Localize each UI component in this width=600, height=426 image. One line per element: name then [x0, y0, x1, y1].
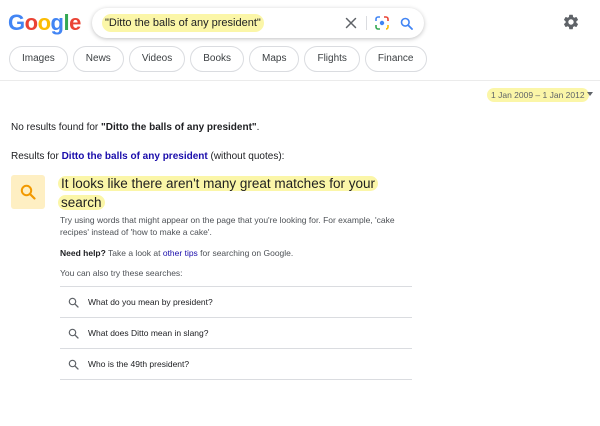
- no-results-suffix: .: [256, 122, 260, 133]
- logo-letter: o: [37, 10, 51, 35]
- related-search-text: What do you mean by president?: [88, 297, 213, 307]
- suggestion-icon-box: [11, 175, 45, 209]
- caret-down-icon[interactable]: [587, 92, 593, 96]
- no-results-message: No results found for "Ditto the balls of…: [11, 121, 259, 135]
- no-results-query: "Ditto the balls of any president": [101, 122, 257, 133]
- need-help-line: Need help? Take a look at other tips for…: [60, 247, 420, 259]
- tab-maps[interactable]: Maps: [249, 46, 300, 72]
- gear-icon[interactable]: [562, 13, 580, 31]
- results-for-suffix: (without quotes):: [207, 151, 285, 162]
- logo-letter: e: [69, 10, 81, 35]
- need-help-text: Take a look at: [105, 248, 163, 258]
- search-icon: [68, 327, 80, 339]
- related-search-item[interactable]: Who is the 49th president?: [60, 348, 412, 380]
- logo-letter: G: [8, 10, 25, 35]
- header-divider: [0, 80, 600, 81]
- tab-news[interactable]: News: [72, 46, 124, 72]
- results-for-message: Results for Ditto the balls of any presi…: [11, 150, 284, 164]
- tab-finance[interactable]: Finance: [364, 46, 427, 72]
- search-icon: [68, 358, 80, 370]
- need-help-label: Need help?: [60, 248, 106, 258]
- related-search-text: Who is the 49th president?: [88, 359, 190, 369]
- date-range-filter[interactable]: 1 Jan 2009 – 1 Jan 2012: [487, 88, 589, 102]
- need-help-suffix: for searching on Google.: [197, 248, 294, 258]
- other-tips-link[interactable]: other tips: [163, 248, 198, 258]
- related-search-item[interactable]: What does Ditto mean in slang?: [60, 317, 412, 348]
- suggestion-headline: It looks like there aren't many great ma…: [58, 174, 438, 212]
- close-icon[interactable]: [342, 14, 360, 32]
- lens-camera-icon[interactable]: [373, 14, 391, 32]
- search-icon[interactable]: [397, 14, 415, 32]
- search-icon: [20, 184, 36, 200]
- tab-flights[interactable]: Flights: [304, 46, 360, 72]
- related-search-item[interactable]: What do you mean by president?: [60, 286, 412, 317]
- logo-letter: g: [50, 10, 64, 35]
- related-searches-list: What do you mean by president? What does…: [60, 286, 412, 380]
- search-input[interactable]: "Ditto the balls of any president": [102, 14, 264, 32]
- suggestion-tip: Try using words that might appear on the…: [60, 215, 395, 237]
- google-logo[interactable]: Google: [8, 10, 81, 36]
- results-for-prefix: Results for: [11, 151, 62, 162]
- tab-videos[interactable]: Videos: [128, 46, 186, 72]
- tab-images[interactable]: Images: [9, 46, 68, 72]
- search-tabs: Images News Videos Books Maps Flights Fi…: [9, 46, 427, 72]
- tab-books[interactable]: Books: [190, 46, 245, 72]
- search-box[interactable]: "Ditto the balls of any president": [92, 8, 424, 38]
- related-search-text: What does Ditto mean in slang?: [88, 328, 209, 338]
- headline-line-1: It looks like there aren't many great ma…: [58, 176, 378, 191]
- search-box-divider: [366, 16, 367, 30]
- also-try-label: You can also try these searches:: [60, 268, 183, 278]
- logo-letter: o: [24, 10, 38, 35]
- no-results-prefix: No results found for: [11, 122, 102, 133]
- results-for-query-link[interactable]: Ditto the balls of any president: [62, 151, 208, 162]
- search-icon: [68, 296, 80, 308]
- headline-line-2: search: [58, 195, 105, 210]
